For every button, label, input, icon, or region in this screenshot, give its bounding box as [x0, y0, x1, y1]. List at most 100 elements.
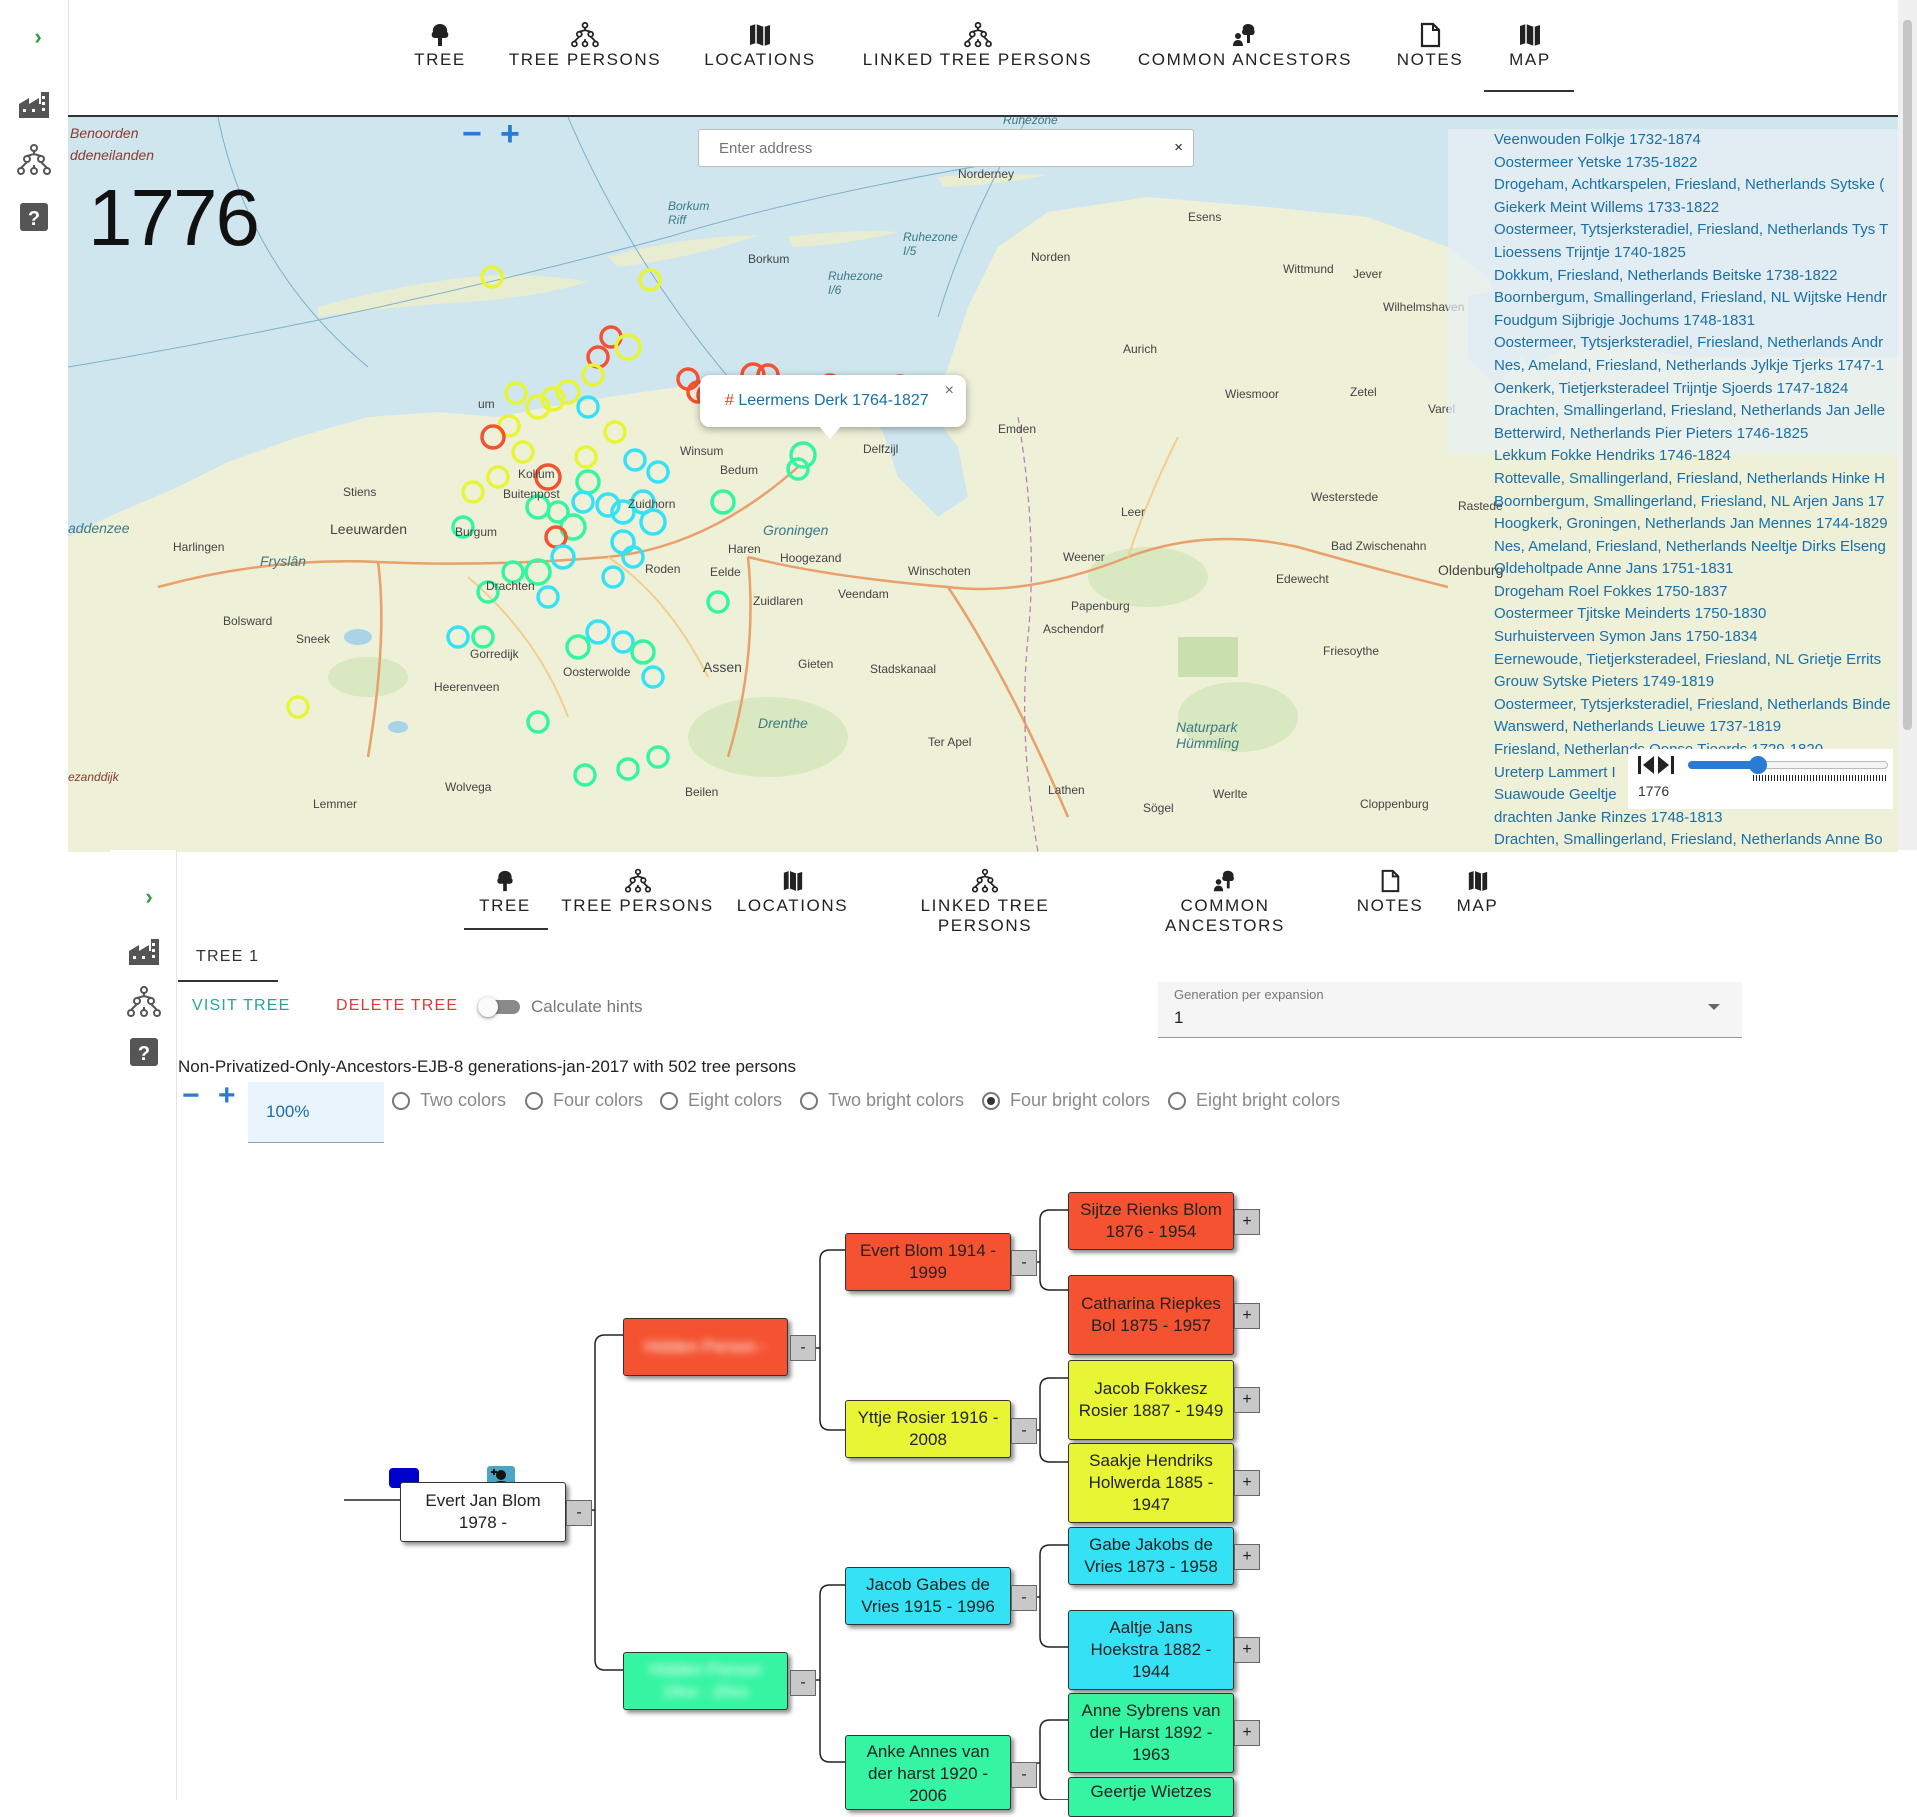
tree-zoom-out-button[interactable]: −	[182, 1081, 200, 1111]
place-list-item[interactable]: Boornbergum, Smallingerland, Friesland, …	[1494, 491, 1898, 514]
color-option-radio[interactable]: Two bright colors	[800, 1090, 964, 1111]
address-input[interactable]	[717, 130, 1161, 166]
help-icon[interactable]: ?	[17, 200, 51, 234]
place-list-item[interactable]: Drachten, Smallingerland, Friesland, Net…	[1494, 400, 1898, 423]
tab-tree-persons[interactable]: TREE PERSONS	[560, 868, 715, 916]
tab-tree[interactable]: TREE	[405, 22, 475, 70]
person-card[interactable]: Sijtze Rienks Blom 1876 - 1954	[1068, 1192, 1234, 1250]
place-list-item[interactable]: Drogeham Roel Fokkes 1750-1837	[1494, 581, 1898, 604]
place-list-item[interactable]: Oostermeer, Tytsjerksteradiel, Friesland…	[1494, 694, 1898, 717]
color-option-radio[interactable]: Eight colors	[660, 1090, 782, 1111]
place-list-item[interactable]: Nes, Ameland, Friesland, Netherlands Jyl…	[1494, 355, 1898, 378]
expand-button[interactable]: +	[1234, 1303, 1260, 1329]
collapse-button[interactable]: -	[1011, 1250, 1037, 1276]
place-list-item[interactable]: Oostermeer Yetske 1735-1822	[1494, 152, 1898, 175]
close-popup-icon[interactable]: ×	[945, 382, 954, 400]
color-option-radio[interactable]: Four bright colors	[982, 1090, 1150, 1111]
expand-button[interactable]: +	[1234, 1209, 1260, 1235]
place-list-item[interactable]: Drogeham, Achtkarspelen, Friesland, Neth…	[1494, 174, 1898, 197]
collapse-button[interactable]: -	[1011, 1762, 1037, 1788]
person-card[interactable]: Anke Annes van der harst 1920 - 2006	[845, 1735, 1011, 1810]
place-list-item[interactable]: Oostermeer, Tytsjerksteradiel, Friesland…	[1494, 332, 1898, 355]
color-option-radio[interactable]: Four colors	[525, 1090, 643, 1111]
collapse-button[interactable]: -	[566, 1500, 592, 1526]
person-card[interactable]: Yttje Rosier 1916 - 2008	[845, 1400, 1011, 1458]
person-card[interactable]: Geertje Wietzes	[1068, 1777, 1234, 1817]
person-card[interactable]: Catharina Riepkes Bol 1875 - 1957	[1068, 1275, 1234, 1355]
place-list-item[interactable]: Hoogkerk, Groningen, Netherlands Jan Men…	[1494, 513, 1898, 536]
map-zoom-out-button[interactable]: −	[462, 117, 482, 151]
person-card[interactable]: Aaltje Jans Hoekstra 1882 - 1944	[1068, 1610, 1234, 1690]
place-list-item[interactable]: Oldeholtpade Anne Jans 1751-1831	[1494, 558, 1898, 581]
clear-address-icon[interactable]: ×	[1174, 139, 1183, 156]
color-option-radio[interactable]: Eight bright colors	[1168, 1090, 1340, 1111]
tab-common-ancestors[interactable]: COMMON ANCESTORS	[1130, 22, 1360, 70]
color-option-radio[interactable]: Two colors	[392, 1090, 506, 1111]
building-icon[interactable]	[127, 935, 161, 969]
place-list-item[interactable]: Dokkum, Friesland, Netherlands Beitske 1…	[1494, 265, 1898, 288]
tree-subtab[interactable]: TREE 1	[196, 948, 259, 966]
expand-button[interactable]: +	[1234, 1637, 1260, 1663]
tab-notes[interactable]: NOTES	[1385, 22, 1475, 70]
tab-linked-tree-persons[interactable]: LINKED TREE PERSONS	[855, 22, 1100, 70]
collapse-button[interactable]: -	[790, 1670, 816, 1696]
place-list-item[interactable]: Lioessens Trijntje 1740-1825	[1494, 242, 1898, 265]
place-list-item[interactable]: Rottevalle, Smallingerland, Friesland, N…	[1494, 468, 1898, 491]
person-card[interactable]: Jacob Fokkesz Rosier 1887 - 1949	[1068, 1360, 1234, 1440]
help-icon[interactable]: ?	[127, 1035, 161, 1069]
place-list-item[interactable]: Oenkerk, Tietjerksteradeel Trijntje Sjoe…	[1494, 378, 1898, 401]
place-list-item[interactable]: Oostermeer Tjitske Meinderts 1750-1830	[1494, 603, 1898, 626]
person-card[interactable]: Hidden Person -	[623, 1318, 788, 1376]
tab-locations[interactable]: LOCATIONS	[735, 868, 850, 916]
zoom-level-field[interactable]: 100%	[248, 1082, 384, 1143]
person-card[interactable]: Evert Blom 1914 - 1999	[845, 1233, 1011, 1291]
map-zoom-in-button[interactable]: +	[500, 117, 520, 151]
expand-button[interactable]: +	[1234, 1387, 1260, 1413]
place-list-item[interactable]: Foudgum Sijbrigje Jochums 1748-1831	[1494, 310, 1898, 333]
place-list-item[interactable]: Oostermeer, Tytsjerksteradiel, Friesland…	[1494, 219, 1898, 242]
calculate-hints-toggle[interactable]	[478, 997, 520, 1017]
place-list-item[interactable]: Drachten, Smallingerland, Friesland, Net…	[1494, 829, 1898, 852]
tab-tree-persons[interactable]: TREE PERSONS	[500, 22, 670, 70]
map-canvas[interactable]: Benoorden ddeneilanden addenzee Ruhezone…	[68, 115, 1898, 852]
place-list-item[interactable]: drachten Janke Rinzes 1748-1813	[1494, 807, 1898, 830]
tab-linked-tree-persons[interactable]: LINKED TREE PERSONS	[875, 868, 1095, 936]
person-card[interactable]: Anne Sybrens van der Harst 1892 - 1963	[1068, 1693, 1234, 1773]
slider-knob[interactable]	[1749, 756, 1767, 774]
tab-notes[interactable]: NOTES	[1350, 868, 1430, 916]
tab-tree[interactable]: TREE	[470, 868, 540, 916]
tab-common-ancestors[interactable]: COMMON ANCESTORS	[1120, 868, 1330, 936]
collapse-button[interactable]: -	[790, 1335, 816, 1361]
collapse-button[interactable]: -	[1011, 1585, 1037, 1611]
tab-map[interactable]: MAP	[1490, 22, 1570, 70]
place-list-item[interactable]: Veenwouden Folkje 1732-1874	[1494, 129, 1898, 152]
expand-sidebar-chevron-icon[interactable]: ›	[21, 20, 55, 54]
tree-zoom-in-button[interactable]: +	[218, 1081, 236, 1111]
person-card[interactable]: Jacob Gabes de Vries 1915 - 1996	[845, 1567, 1011, 1625]
person-card[interactable]: Saakje Hendriks Holwerda 1885 - 1947	[1068, 1443, 1234, 1523]
place-list-item[interactable]: Surhuisterveen Symon Jans 1750-1834	[1494, 626, 1898, 649]
place-list-item[interactable]: Eernewoude, Tietjerksteradeel, Friesland…	[1494, 649, 1898, 672]
expand-sidebar-chevron-icon[interactable]: ›	[132, 880, 166, 914]
tab-map[interactable]: MAP	[1445, 868, 1510, 916]
root-person-card[interactable]: Evert Jan Blom 1978 -	[400, 1482, 566, 1542]
place-list-item[interactable]: Boornbergum, Smallingerland, Friesland, …	[1494, 287, 1898, 310]
hierarchy-icon[interactable]	[127, 985, 161, 1019]
place-list-item[interactable]: Nes, Ameland, Friesland, Netherlands Nee…	[1494, 536, 1898, 559]
expand-button[interactable]: +	[1234, 1720, 1260, 1746]
place-list-item[interactable]: Wanswerd, Netherlands Lieuwe 1737-1819	[1494, 716, 1898, 739]
expand-button[interactable]: +	[1234, 1544, 1260, 1570]
map-scrollbar[interactable]	[1898, 0, 1917, 850]
place-list-item[interactable]: Giekerk Meint Willems 1733-1822	[1494, 197, 1898, 220]
visit-tree-button[interactable]: VISIT TREE	[192, 997, 291, 1015]
generation-select[interactable]: Generation per expansion 1	[1158, 982, 1742, 1038]
person-card[interactable]: Gabe Jakobs de Vries 1873 - 1958	[1068, 1527, 1234, 1585]
tab-locations[interactable]: LOCATIONS	[700, 22, 820, 70]
collapse-button[interactable]: -	[1011, 1418, 1037, 1444]
place-list-item[interactable]: Betterwird, Netherlands Pier Pieters 174…	[1494, 423, 1898, 446]
delete-tree-button[interactable]: DELETE TREE	[336, 997, 458, 1015]
skip-icon[interactable]	[1636, 753, 1676, 777]
popup-link[interactable]: # Leermens Derk 1764-1827	[725, 392, 929, 410]
expand-button[interactable]: +	[1234, 1470, 1260, 1496]
building-icon[interactable]	[17, 88, 51, 122]
